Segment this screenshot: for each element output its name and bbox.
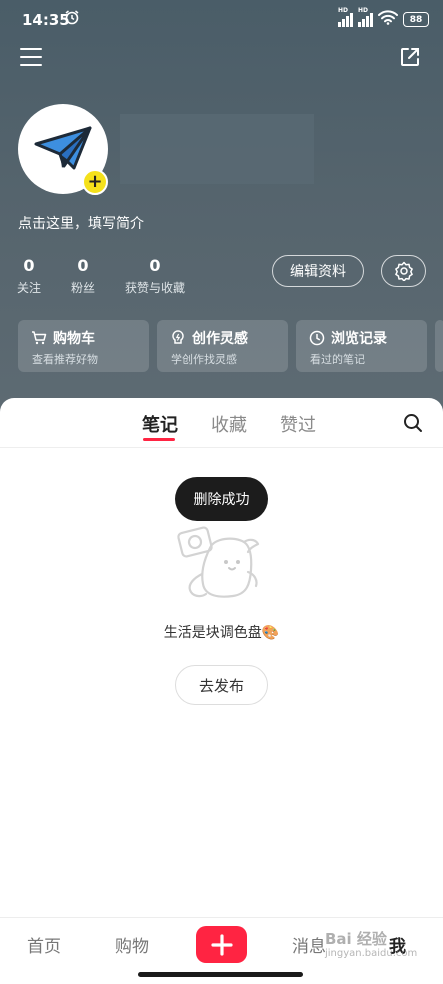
card-subtitle: 学创作找灵感 bbox=[171, 353, 237, 366]
tab-notes[interactable]: 笔记 bbox=[142, 411, 178, 437]
signal-icon: HD bbox=[358, 7, 373, 27]
card-more[interactable] bbox=[435, 320, 443, 372]
lightbulb-icon bbox=[172, 330, 184, 344]
gear-icon bbox=[394, 261, 413, 281]
plus-icon bbox=[210, 933, 233, 956]
profile-header: 14:35 HD HD 88 + 点击这里，填写简介 0 关注 0 粉丝 0 获… bbox=[0, 0, 443, 430]
battery-icon: 88 bbox=[403, 12, 429, 27]
publish-button[interactable]: 去发布 bbox=[175, 665, 268, 705]
card-title: 购物车 bbox=[53, 331, 95, 347]
stat-value: 0 bbox=[23, 256, 35, 275]
search-icon[interactable] bbox=[403, 413, 423, 437]
share-icon[interactable] bbox=[399, 46, 421, 72]
stat-likes[interactable]: 0 获赞与收藏 bbox=[124, 256, 186, 296]
hd-label: HD bbox=[338, 6, 349, 14]
card-inspiration[interactable]: 创作灵感 学创作找灵感 bbox=[157, 320, 288, 372]
paper-plane-icon bbox=[34, 126, 92, 170]
watermark-brand: Bai 经验 bbox=[325, 930, 387, 948]
nav-home[interactable]: 首页 bbox=[27, 932, 61, 957]
bio-text[interactable]: 点击这里，填写简介 bbox=[18, 213, 144, 233]
watermark-url: jingyan.baidu.com bbox=[325, 948, 418, 959]
card-title: 创作灵感 bbox=[192, 331, 248, 347]
edit-profile-button[interactable]: 编辑资料 bbox=[272, 255, 364, 287]
tab-bar: 笔记 收藏 赞过 bbox=[0, 398, 443, 448]
card-history[interactable]: 浏览记录 看过的笔记 bbox=[296, 320, 427, 372]
alarm-icon bbox=[64, 9, 80, 29]
home-indicator[interactable] bbox=[138, 972, 303, 977]
tab-collections[interactable]: 收藏 bbox=[211, 411, 247, 437]
card-shopping-cart[interactable]: 购物车 查看推荐好物 bbox=[18, 320, 149, 372]
toast-message: 删除成功 bbox=[175, 477, 268, 521]
card-title: 浏览记录 bbox=[331, 331, 387, 347]
status-time: 14:35 bbox=[22, 11, 70, 29]
stat-label: 粉丝 bbox=[70, 281, 95, 295]
nav-shopping[interactable]: 购物 bbox=[115, 932, 149, 957]
card-subtitle: 查看推荐好物 bbox=[32, 353, 98, 366]
stat-value: 0 bbox=[149, 256, 161, 275]
menu-icon[interactable] bbox=[20, 48, 42, 66]
wifi-icon bbox=[378, 10, 398, 29]
cart-icon bbox=[32, 331, 47, 345]
stat-followers[interactable]: 0 粉丝 bbox=[70, 256, 96, 296]
hd-label: HD bbox=[358, 6, 369, 14]
add-avatar-icon[interactable]: + bbox=[82, 169, 108, 195]
nickname-area bbox=[120, 114, 314, 184]
create-post-button[interactable] bbox=[196, 926, 247, 963]
stat-label: 关注 bbox=[16, 281, 41, 295]
content-panel: 笔记 收藏 赞过 bbox=[0, 398, 443, 918]
battery-level: 88 bbox=[409, 14, 423, 25]
settings-button[interactable] bbox=[381, 255, 426, 287]
signal-icon: HD bbox=[338, 7, 353, 27]
nav-messages[interactable]: 消息 bbox=[292, 932, 326, 957]
empty-state-text: 生活是块调色盘🎨 bbox=[163, 625, 280, 641]
empty-state-illustration bbox=[174, 518, 270, 606]
stat-label: 获赞与收藏 bbox=[124, 281, 185, 295]
clock-icon bbox=[309, 330, 325, 346]
card-subtitle: 看过的笔记 bbox=[310, 353, 365, 366]
stat-value: 0 bbox=[77, 256, 89, 275]
tab-liked[interactable]: 赞过 bbox=[280, 411, 316, 437]
stat-following[interactable]: 0 关注 bbox=[16, 256, 42, 296]
watermark: Bai 经验 jingyan.baidu.com bbox=[325, 930, 417, 960]
active-tab-indicator bbox=[143, 438, 175, 441]
status-bar: 14:35 HD HD 88 bbox=[0, 0, 443, 40]
status-indicators: HD HD 88 bbox=[338, 7, 429, 29]
